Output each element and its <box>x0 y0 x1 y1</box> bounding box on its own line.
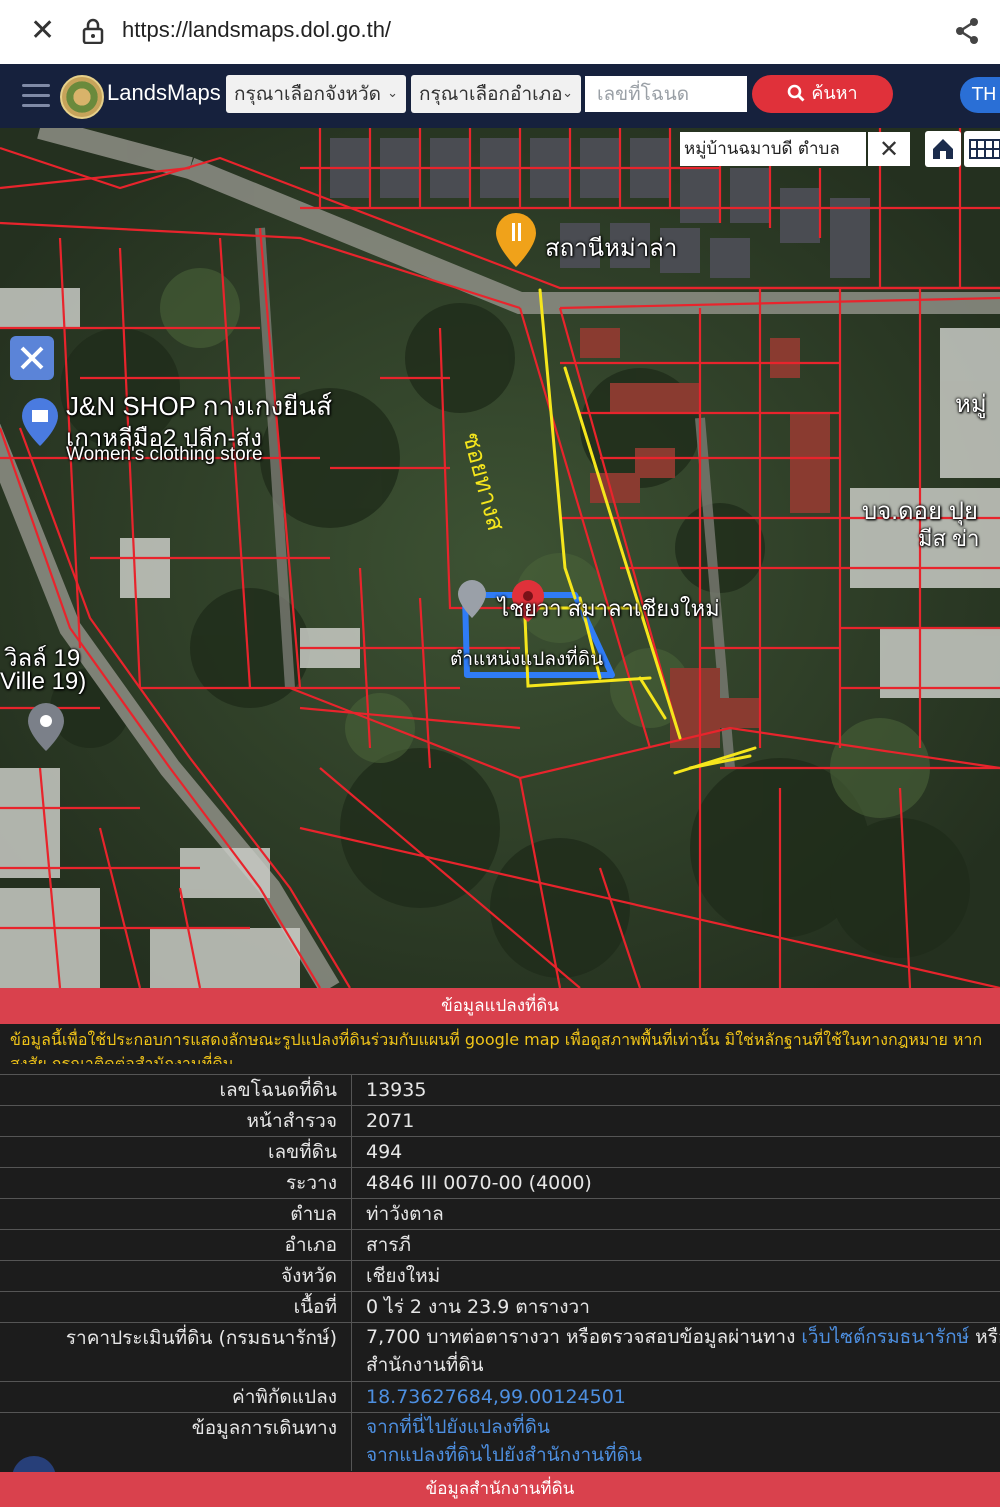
land-office-section-title: ข้อมูลสำนักงานที่ดิน <box>0 1472 1000 1507</box>
browser-url-bar: ✕ https://landsmaps.dol.go.th/ <box>0 0 1000 64</box>
price-text: 7,700 บาทต่อตารางวา หรือตรวจสอบข้อมูลผ่า… <box>366 1326 802 1348</box>
search-button-label: ค้นหา <box>811 83 858 104</box>
province-select[interactable]: กรุณาเลือกจังหวัด ⌄ <box>226 75 406 113</box>
deed-number-value: 13935 <box>366 1079 427 1101</box>
map-label-parcel-position: ตำแหน่งแปลงที่ดิน <box>450 649 604 670</box>
area-value: 0 ไร่ 2 งาน 23.9 ตารางวา <box>366 1296 590 1318</box>
row-label: ตำบล <box>0 1199 352 1229</box>
directions-to-office-link[interactable]: จากแปลงที่ดินไปยังสำนักงานที่ดิน <box>366 1444 642 1466</box>
measure-tool-button[interactable] <box>10 336 54 380</box>
clear-search-icon[interactable]: ✕ <box>868 132 910 166</box>
map-label-station: สถานีหม่าล่า <box>545 235 678 262</box>
row-label: หน้าสำรวจ <box>0 1106 352 1136</box>
home-icon <box>933 139 953 159</box>
row-label: ข้อมูลการเดินทาง <box>0 1413 352 1471</box>
parcel-info-table: เลขโฉนดที่ดิน 13935 หน้าสำรวจ 2071 เลขที่ด… <box>0 1074 1000 1471</box>
price-line2: สำนักงานที่ดิน <box>366 1354 484 1376</box>
ruler-pencil-icon <box>20 346 44 370</box>
table-row: เลขที่ดิน 494 <box>0 1136 1000 1167</box>
map-label-shop-type: Women's clothing store <box>66 444 263 465</box>
row-label: เลขที่ดิน <box>0 1137 352 1167</box>
row-label: จังหวัด <box>0 1261 352 1291</box>
district-value: สารภี <box>366 1234 411 1256</box>
map-view[interactable]: สถานีหม่าล่า J&N SHOP กางเกงยีนส์ เกาหลี… <box>0 128 1000 988</box>
table-row: ราคาประเมินที่ดิน (กรมธนารักษ์) 7,700 บา… <box>0 1322 1000 1381</box>
travel-links: จากที่นี่ไปยังแปลงที่ดิน จากแปลงที่ดินไป… <box>352 1413 1000 1471</box>
lock-icon <box>82 18 104 44</box>
chevron-down-icon: ⌄ <box>387 86 398 101</box>
directions-to-parcel-link[interactable]: จากที่นี่ไปยังแปลงที่ดิน <box>366 1416 550 1438</box>
dol-logo-icon <box>60 75 104 119</box>
share-icon[interactable] <box>952 16 982 46</box>
search-icon <box>788 84 805 102</box>
table-row: ค่าพิกัดแปลง 18.73627684,99.00124501 <box>0 1381 1000 1412</box>
province-value: เชียงใหม่ <box>366 1265 441 1287</box>
row-label: เลขโฉนดที่ดิน <box>0 1075 352 1105</box>
table-row: อำเภอ สารภี <box>0 1229 1000 1260</box>
table-row: เนื้อที่ 0 ไร่ 2 งาน 23.9 ตารางวา <box>0 1291 1000 1322</box>
table-row: ระวาง 4846 III 0070-00 (4000) <box>0 1167 1000 1198</box>
panel-title: ข้อมูลแปลงที่ดิน <box>0 988 1000 1024</box>
map-label-ville: Ville 19) <box>0 668 87 695</box>
land-number-value: 494 <box>366 1141 403 1163</box>
deed-number-input[interactable] <box>585 76 747 112</box>
url-text[interactable]: https://landsmaps.dol.go.th/ <box>122 17 391 43</box>
table-row: ตำบล ท่าวังตาล <box>0 1198 1000 1229</box>
search-button[interactable]: ค้นหา <box>752 75 893 113</box>
menu-icon[interactable] <box>22 84 50 108</box>
price-value: 7,700 บาทต่อตารางวา หรือตรวจสอบข้อมูลผ่า… <box>352 1323 1000 1381</box>
satellite-map <box>0 128 1000 988</box>
brand-title: LandsMaps <box>107 80 221 105</box>
row-label: ค่าพิกัดแปลง <box>0 1382 352 1412</box>
map-label-east-sub: มีส ข่า <box>918 526 980 551</box>
parcel-info-panel: ข้อมูลแปลงที่ดิน ข้อมูลนี้เพื่อใช้ประกอบ… <box>0 988 1000 1507</box>
treasury-website-link[interactable]: เว็บไซต์กรมธนารักษ์ <box>801 1326 969 1348</box>
table-row: เลขโฉนดที่ดิน 13935 <box>0 1074 1000 1105</box>
layers-button[interactable] <box>964 131 1000 167</box>
subdistrict-value: ท่าวังตาล <box>366 1203 444 1225</box>
home-button[interactable] <box>925 131 961 167</box>
language-button[interactable]: TH <box>960 77 1000 113</box>
app-navbar: LandsMaps กรุณาเลือกจังหวัด ⌄ กรุณาเลือก… <box>0 64 1000 128</box>
close-icon[interactable]: ✕ <box>30 16 55 46</box>
table-row: จังหวัด เชียงใหม่ <box>0 1260 1000 1291</box>
survey-page-value: 2071 <box>366 1110 415 1132</box>
disclaimer-text: ข้อมูลนี้เพื่อใช้ประกอบการแสดงลักษณะรูปแ… <box>10 1030 983 1064</box>
map-label-east-top: หมู่ <box>955 391 987 418</box>
grid-icon <box>969 139 1000 159</box>
district-select[interactable]: กรุณาเลือกอำเภอ ⌄ <box>411 75 581 113</box>
district-select-label: กรุณาเลือกอำเภอ <box>419 83 563 105</box>
search-result-chip[interactable]: หมู่บ้านฉมาบดี ตำบล <box>680 132 866 166</box>
price-tail: หรือ <box>975 1326 1000 1348</box>
row-label: เนื้อที่ <box>0 1292 352 1322</box>
province-select-label: กรุณาเลือกจังหวัด <box>234 83 381 105</box>
chevron-down-icon: ⌄ <box>562 86 573 101</box>
row-label: ราคาประเมินที่ดิน (กรมธนารักษ์) <box>0 1323 352 1381</box>
map-label-parcel-road: ไชยวา สมาลาเชียงใหม่ <box>498 596 720 621</box>
table-row: หน้าสำรวจ 2071 <box>0 1105 1000 1136</box>
table-row: ข้อมูลการเดินทาง จากที่นี่ไปยังแปลงที่ดิ… <box>0 1412 1000 1471</box>
coordinate-link[interactable]: 18.73627684,99.00124501 <box>366 1386 626 1408</box>
row-label: ระวาง <box>0 1168 352 1198</box>
map-sheet-value: 4846 III 0070-00 (4000) <box>366 1172 592 1194</box>
row-label: อำเภอ <box>0 1230 352 1260</box>
